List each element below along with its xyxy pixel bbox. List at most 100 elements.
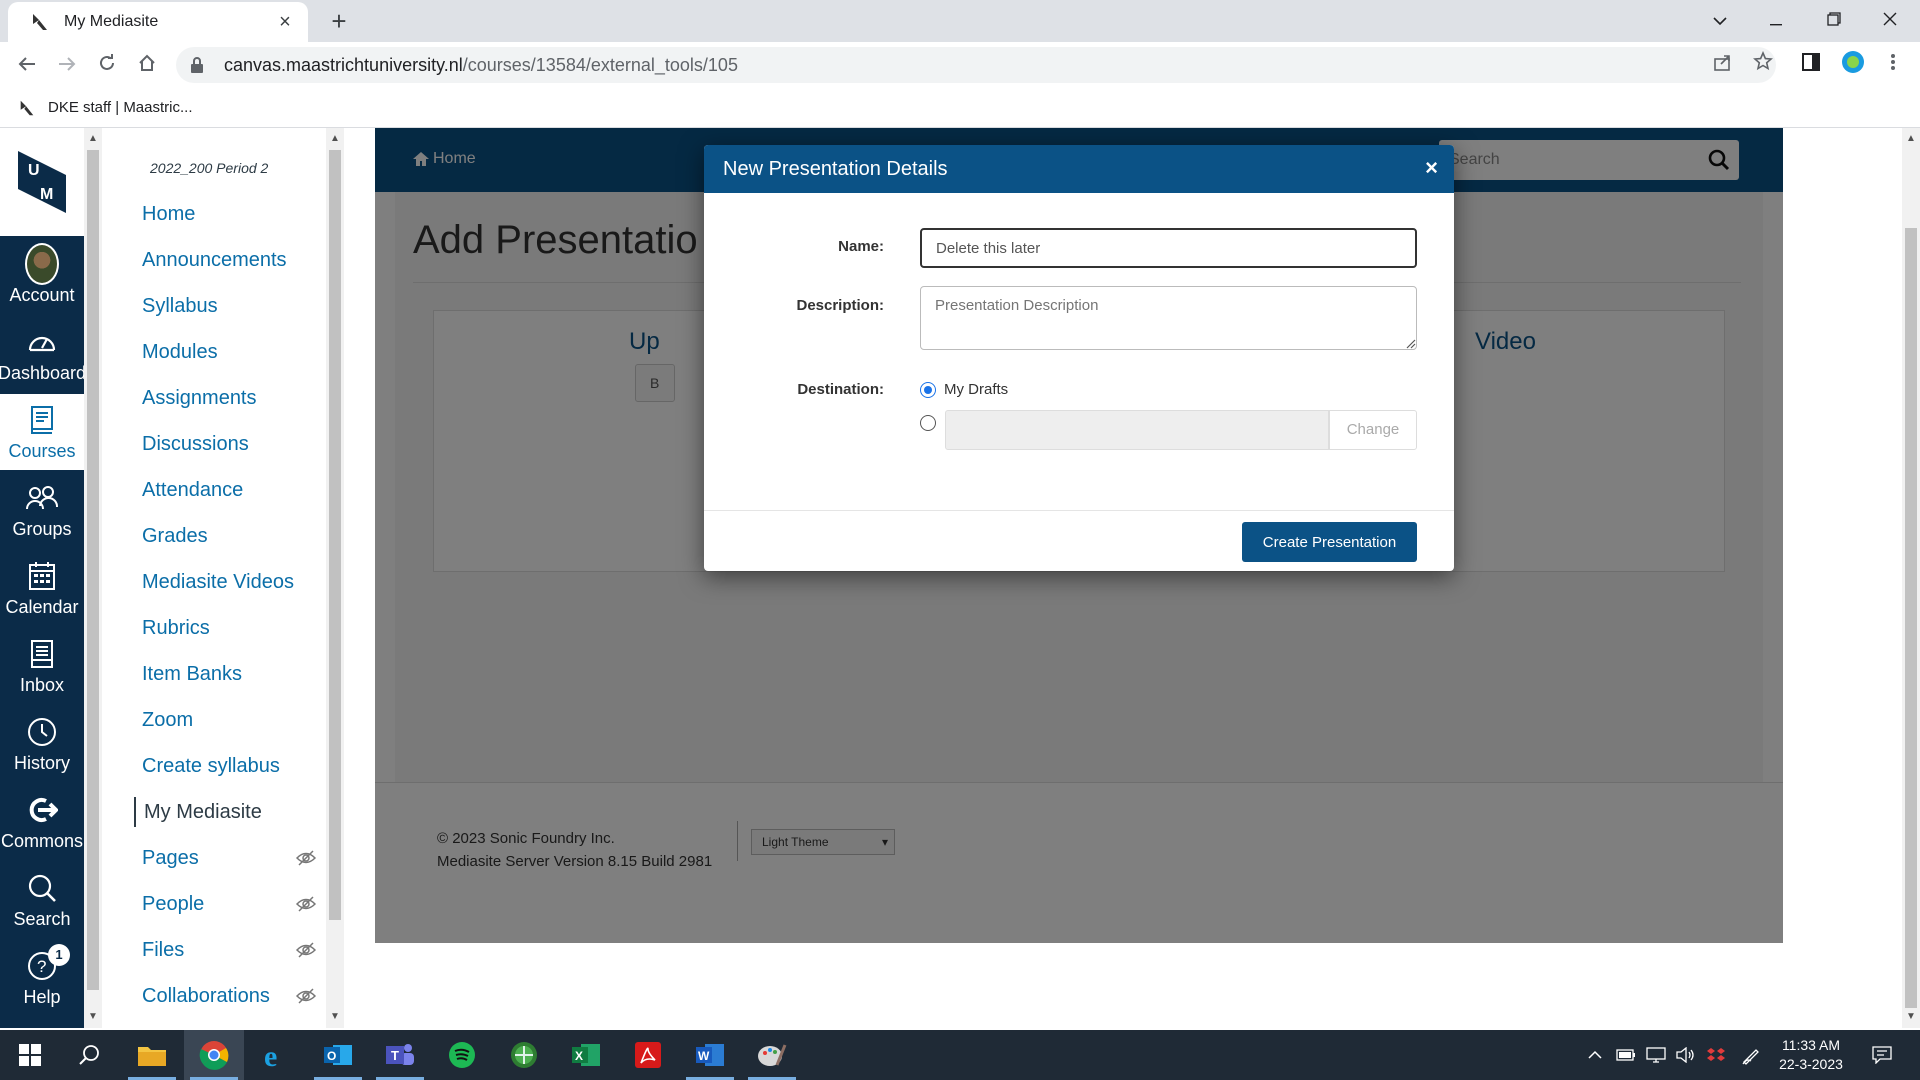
course-nav-pages[interactable]: Pages [142,843,326,873]
global-nav-account[interactable]: Account [0,238,84,314]
my-drafts-radio[interactable] [920,382,936,398]
course-nav-mediasite-videos[interactable]: Mediasite Videos [142,567,326,597]
course-nav-item-banks[interactable]: Item Banks [142,659,326,689]
groups-icon [25,481,59,515]
global-nav-search[interactable]: Search [0,862,84,938]
new-tab-icon[interactable]: + [324,6,354,36]
course-nav-assignments[interactable]: Assignments [142,383,326,413]
back-icon[interactable] [12,50,42,80]
windows-start-icon[interactable] [0,1030,60,1080]
description-input[interactable] [920,286,1417,350]
scroll-thumb[interactable] [329,150,341,920]
course-nav-collaborations[interactable]: Collaborations [142,981,326,1011]
course-nav-syllabus[interactable]: Syllabus [142,291,326,321]
um-logo[interactable]: U M [0,128,84,236]
hidden-eye-icon [296,896,316,912]
course-nav-rubrics[interactable]: Rubrics [142,613,326,643]
name-label: Name: [838,238,884,255]
paint-icon[interactable] [742,1030,802,1080]
dropbox-tray-icon[interactable] [1702,1030,1730,1080]
create-presentation-button[interactable]: Create Presentation [1242,522,1417,562]
chrome-icon[interactable] [184,1030,244,1080]
word-icon[interactable]: W [680,1030,740,1080]
close-icon[interactable]: × [1425,155,1438,181]
course-nav-announcements[interactable]: Announcements [142,245,326,275]
scroll-up-arrow-icon[interactable]: ▲ [326,130,344,148]
url-bar[interactable]: canvas.maastrichtuniversity.nl/courses/1… [176,47,1776,83]
taskbar-search-icon[interactable] [60,1030,120,1080]
global-nav-help[interactable]: ? 1 Help [0,940,84,1016]
outlook-icon[interactable]: O [308,1030,368,1080]
scroll-thumb[interactable] [87,150,99,990]
destination-label: Destination: [797,381,884,398]
course-nav-discussions[interactable]: Discussions [142,429,326,459]
globe-app-icon[interactable] [494,1030,554,1080]
global-nav-history[interactable]: History [0,706,84,782]
search-icon [25,871,59,905]
share-icon[interactable] [1708,50,1738,80]
scroll-down-arrow-icon[interactable]: ▼ [1902,1008,1920,1026]
pen-icon[interactable] [1736,1030,1766,1080]
course-nav-files[interactable]: Files [142,935,326,965]
name-input[interactable] [920,228,1417,268]
scroll-up-arrow-icon[interactable]: ▲ [1902,130,1920,148]
scroll-down-arrow-icon[interactable]: ▼ [326,1008,344,1026]
close-window-icon[interactable] [1860,0,1920,40]
scroll-up-arrow-icon[interactable]: ▲ [84,130,102,148]
extension-icon[interactable] [1838,50,1868,80]
menu-kebab-icon[interactable] [1878,50,1908,80]
global-nav-groups[interactable]: Groups [0,472,84,548]
page-scrollbar[interactable]: ▲ ▼ [1902,128,1920,1028]
teams-icon[interactable]: T [370,1030,430,1080]
network-icon[interactable] [1642,1030,1670,1080]
course-nav-scrollbar[interactable]: ▲ ▼ [326,128,344,1028]
global-nav: U M Account Dashboard Courses Groups Cal… [0,128,86,1028]
course-nav-home[interactable]: Home [142,199,326,229]
browser-tab[interactable]: My Mediasite × [8,2,308,42]
minimize-icon[interactable] [1746,0,1806,40]
notifications-icon[interactable] [1862,1030,1902,1080]
global-nav-calendar[interactable]: Calendar [0,550,84,626]
bookmark-dke-staff[interactable]: DKE staff | Maastric... [48,99,193,116]
battery-icon[interactable] [1612,1030,1640,1080]
side-panel-icon[interactable] [1796,50,1826,80]
bookmark-star-icon[interactable] [1748,50,1778,80]
modal-header: New Presentation Details × [704,145,1454,193]
tray-chevron-up-icon[interactable] [1580,1030,1610,1080]
change-button[interactable]: Change [1329,410,1417,450]
course-nav-attendance[interactable]: Attendance [142,475,326,505]
forward-icon[interactable] [52,50,82,80]
global-nav-dashboard[interactable]: Dashboard [0,316,86,392]
global-nav-courses[interactable]: Courses [0,394,84,470]
course-nav-grades[interactable]: Grades [142,521,326,551]
global-nav-inbox[interactable]: Inbox [0,628,84,704]
tab-search-chevron-icon[interactable] [1690,0,1750,40]
other-destination-radio[interactable] [920,415,936,431]
avatar [25,242,59,285]
taskbar-clock[interactable]: 11:33 AM 22-3-2023 [1768,1036,1854,1074]
spotify-icon[interactable] [432,1030,492,1080]
acrobat-icon[interactable] [618,1030,678,1080]
excel-icon[interactable]: X [556,1030,616,1080]
taskbar: e O T X W 11:33 AM 22-3-2023 [0,1030,1920,1080]
course-nav-zoom[interactable]: Zoom [142,705,326,735]
tab-close-icon[interactable]: × [274,11,296,34]
resize-grip-icon[interactable] [1404,337,1416,349]
course-nav-my-mediasite[interactable]: My Mediasite [134,797,318,827]
scroll-down-arrow-icon[interactable]: ▼ [84,1008,102,1026]
scroll-thumb[interactable] [1905,228,1917,1008]
course-nav-create-syllabus[interactable]: Create syllabus [142,751,326,781]
my-drafts-label[interactable]: My Drafts [944,381,1008,398]
restore-icon[interactable] [1804,0,1864,40]
internet-explorer-icon[interactable]: e [246,1030,306,1080]
volume-icon[interactable] [1672,1030,1700,1080]
reload-icon[interactable] [92,50,122,80]
file-explorer-icon[interactable] [122,1030,182,1080]
global-nav-label: Calendar [5,596,79,617]
global-nav-scrollbar[interactable]: ▲ ▼ [84,128,102,1028]
courses-icon [25,403,59,437]
course-nav-modules[interactable]: Modules [142,337,326,367]
home-icon[interactable] [132,50,162,80]
course-nav-people[interactable]: People [142,889,326,919]
global-nav-commons[interactable]: Commons [0,784,84,860]
